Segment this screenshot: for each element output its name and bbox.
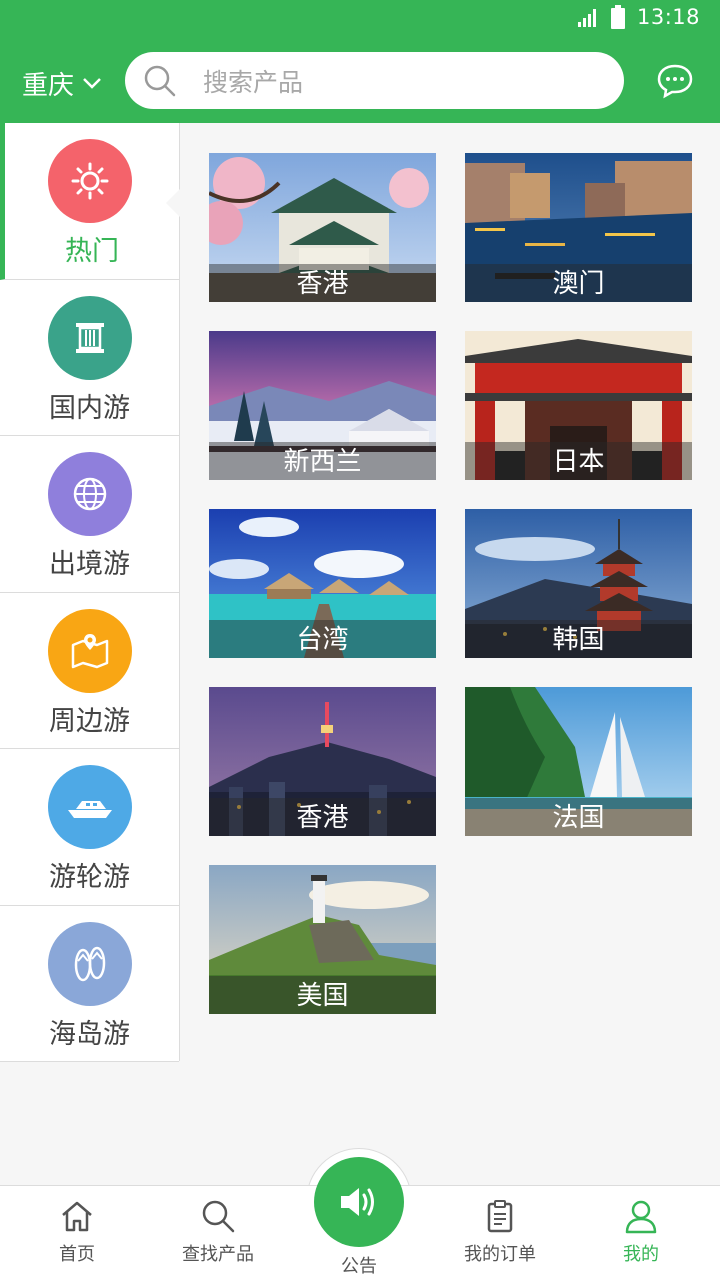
sidebar-item-label: 国内游 xyxy=(49,392,130,424)
sidebar-item-domestic[interactable]: 国内游 xyxy=(0,279,179,436)
speaker-icon xyxy=(341,1188,374,1216)
sidebar-item-hot[interactable]: 热门 xyxy=(0,123,180,280)
app-header: 13:18 重庆 搜索产品 xyxy=(0,0,720,123)
tab-mine[interactable]: 我的 xyxy=(571,1198,711,1266)
destination-tile[interactable]: 香港 xyxy=(209,687,436,836)
globe-icon xyxy=(48,452,132,536)
sidebar-item-label: 周边游 xyxy=(49,705,130,737)
tab-orders[interactable]: 我的订单 xyxy=(430,1198,570,1266)
destination-label: 香港 xyxy=(209,798,436,836)
battery-icon xyxy=(610,5,625,29)
destination-tile[interactable]: 韩国 xyxy=(465,509,692,658)
sidebar-item-nearby[interactable]: 周边游 xyxy=(0,592,179,749)
destination-label: 美国 xyxy=(209,976,436,1014)
destination-label: 香港 xyxy=(209,264,436,302)
pillar-icon xyxy=(48,295,132,380)
sidebar-item-label: 热门 xyxy=(65,236,119,267)
message-icon[interactable] xyxy=(656,62,694,100)
search-icon xyxy=(144,65,176,96)
sidebar-item-cruise[interactable]: 游轮游 xyxy=(0,749,179,906)
flipflops-icon xyxy=(48,921,132,1006)
destination-label: 日本 xyxy=(465,442,692,480)
destination-tile[interactable]: 香港 xyxy=(209,153,436,302)
signal-icon xyxy=(577,9,596,27)
tab-home[interactable]: 首页 xyxy=(7,1198,147,1266)
search-input[interactable]: 搜索产品 xyxy=(125,52,624,109)
destination-label: 澳门 xyxy=(465,264,692,302)
city-label: 重庆 xyxy=(22,70,75,101)
clipboard-icon xyxy=(487,1200,513,1233)
yacht-icon xyxy=(48,765,132,849)
category-sidebar: 热门 国内游 出境游 周边游 游轮游 海岛游 xyxy=(0,123,180,1062)
destination-tile[interactable]: 美国 xyxy=(209,865,436,1014)
destination-tile[interactable]: 新西兰 xyxy=(209,331,436,480)
sun-icon xyxy=(48,139,132,223)
sidebar-item-label: 游轮游 xyxy=(49,862,130,893)
sidebar-item-outbound[interactable]: 出境游 xyxy=(0,436,179,593)
status-bar: 13:18 xyxy=(577,0,700,34)
sidebar-item-island[interactable]: 海岛游 xyxy=(0,905,179,1062)
destination-tile[interactable]: 日本 xyxy=(465,331,692,480)
city-selector[interactable]: 重庆 xyxy=(22,64,102,102)
tab-search[interactable]: 查找产品 xyxy=(148,1198,288,1266)
user-icon xyxy=(625,1200,657,1234)
map-icon xyxy=(48,608,132,693)
tab-label: 首页 xyxy=(59,1244,95,1265)
destination-tile[interactable]: 台湾 xyxy=(209,509,436,658)
active-indicator xyxy=(166,189,180,217)
destination-label: 法国 xyxy=(465,798,692,836)
tab-label: 我的订单 xyxy=(464,1244,536,1265)
tab-label: 我的 xyxy=(623,1244,659,1265)
notice-button[interactable] xyxy=(314,1157,404,1247)
status-time: 13:18 xyxy=(636,5,700,29)
search-icon xyxy=(202,1200,235,1233)
home-icon xyxy=(62,1201,92,1232)
destination-tile[interactable]: 法国 xyxy=(465,687,692,836)
sidebar-item-label: 海岛游 xyxy=(49,1018,130,1050)
destination-label: 新西兰 xyxy=(209,442,436,480)
sidebar-item-label: 出境游 xyxy=(49,549,130,580)
destination-label: 韩国 xyxy=(465,620,692,658)
destination-tile[interactable]: 澳门 xyxy=(465,153,692,302)
chevron-down-icon xyxy=(83,78,101,89)
destination-label: 台湾 xyxy=(209,620,436,658)
notice-label: 公告 xyxy=(341,1256,377,1277)
search-placeholder: 搜索产品 xyxy=(203,67,304,97)
tab-label: 查找产品 xyxy=(182,1244,254,1265)
